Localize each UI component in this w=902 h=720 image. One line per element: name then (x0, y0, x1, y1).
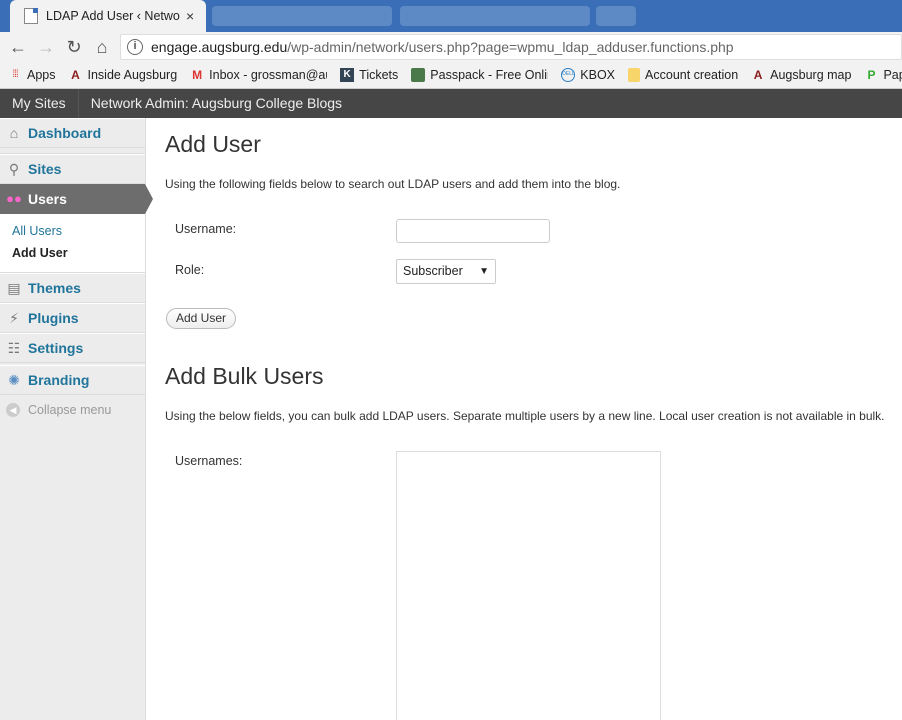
bookmark-account-creation[interactable]: Account creation (628, 68, 738, 82)
bookmark-augsburg-map[interactable]: A Augsburg map (751, 68, 852, 82)
bookmark-apps[interactable]: ⁞⁞⁞ Apps (8, 68, 55, 82)
k-icon: K (340, 68, 355, 82)
sidebar-item-themes[interactable]: ▤ Themes (0, 273, 145, 303)
role-select[interactable]: Subscriber ▼ (396, 259, 496, 284)
add-bulk-description: Using the below fields, you can bulk add… (165, 409, 885, 423)
collapse-menu-label: Collapse menu (28, 403, 112, 417)
forward-arrow-icon[interactable]: → (32, 37, 60, 58)
username-label: Username: (175, 222, 237, 236)
sidebar-item-label: Branding (28, 372, 90, 388)
role-label: Role: (175, 263, 205, 277)
sidebar-item-label: Settings (28, 340, 84, 356)
bookmark-inbox[interactable]: M Inbox - grossman@au (190, 68, 327, 82)
sidebar-item-label: Sites (28, 161, 62, 177)
branding-gear-icon: ✺ (8, 372, 20, 388)
browser-toolbar: ← → ↻ ⌂ i engage.augsburg.edu/wp-admin/n… (0, 32, 902, 62)
apps-grid-icon: ⁞⁞⁞ (12, 69, 18, 80)
themes-icon: ▤ (7, 280, 21, 296)
home-icon: ⌂ (9, 125, 19, 141)
browser-tab-inactive[interactable] (212, 6, 392, 26)
role-selected-value: Subscriber (403, 264, 463, 278)
sidebar-item-sites[interactable]: ⚲ Sites (0, 154, 145, 184)
bookmark-pape[interactable]: P Pape (864, 68, 902, 82)
users-icon: ●● (6, 191, 22, 206)
home-icon[interactable]: ⌂ (88, 37, 116, 58)
settings-sliders-icon: ☷ (7, 340, 21, 356)
add-user-description: Using the following fields below to sear… (165, 177, 621, 191)
url-path: /wp-admin/network/users.php?page=wpmu_ld… (287, 39, 734, 55)
browser-tab-strip: LDAP Add User ‹ Network Admin × (0, 0, 902, 32)
add-user-button[interactable]: Add User (166, 308, 237, 329)
username-input[interactable] (396, 219, 550, 243)
dropdown-arrow-icon: ▼ (479, 266, 489, 277)
sidebar-item-dashboard[interactable]: ⌂ Dashboard (0, 118, 145, 148)
augsburg-a-icon: A (71, 68, 80, 82)
tab-close-icon[interactable]: × (186, 8, 194, 24)
usernames-label: Usernames: (175, 454, 243, 468)
usernames-textarea[interactable] (396, 451, 661, 720)
address-bar[interactable]: i engage.augsburg.edu/wp-admin/network/u… (120, 34, 902, 60)
plugin-icon: ⚡ (9, 310, 19, 326)
my-sites-link[interactable]: My Sites (0, 89, 78, 118)
sidebar-item-label: Themes (28, 280, 81, 296)
folder-icon (628, 68, 641, 82)
users-submenu: All Users Add User (0, 214, 145, 273)
tab-title: LDAP Add User ‹ Network Admin (46, 9, 180, 23)
sites-icon: ⚲ (8, 161, 20, 177)
info-icon[interactable]: i (127, 39, 143, 55)
add-user-heading: Add User (165, 131, 261, 157)
admin-sidebar: ⌂ Dashboard ⚲ Sites ●● Users All Users A… (0, 118, 153, 720)
reload-icon[interactable]: ↻ (60, 37, 88, 58)
page-favicon-icon (24, 8, 38, 24)
dell-icon: DELL (561, 68, 576, 82)
green-p-icon: P (867, 68, 876, 82)
augsburg-a-icon: A (753, 68, 763, 82)
bookmark-kbox[interactable]: DELL KBOX (561, 68, 615, 82)
sidebar-item-label: Dashboard (28, 125, 102, 141)
sidebar-item-branding[interactable]: ✺ Branding (0, 365, 145, 395)
new-tab-button[interactable] (596, 6, 636, 26)
gmail-icon: M (192, 68, 203, 82)
back-arrow-icon[interactable]: ← (4, 37, 32, 58)
sidebar-item-label: Users (28, 191, 67, 207)
browser-tab-active[interactable]: LDAP Add User ‹ Network Admin × (10, 0, 206, 32)
network-admin-link[interactable]: Network Admin: Augsburg College Blogs (79, 89, 354, 118)
sidebar-item-settings[interactable]: ☷ Settings (0, 333, 145, 363)
add-bulk-users-heading: Add Bulk Users (165, 363, 324, 389)
bookmark-tickets[interactable]: K Tickets (340, 68, 398, 82)
sidebar-item-plugins[interactable]: ⚡ Plugins (0, 303, 145, 333)
url-host: engage.augsburg.edu (151, 39, 288, 55)
wp-admin-bar: My Sites Network Admin: Augsburg College… (0, 89, 902, 118)
passpack-icon (411, 68, 426, 82)
submenu-all-users[interactable]: All Users (12, 220, 145, 242)
collapse-menu-button[interactable]: ◀ Collapse menu (0, 395, 145, 425)
collapse-arrow-icon: ◀ (6, 403, 20, 417)
sidebar-item-users[interactable]: ●● Users (0, 184, 153, 214)
browser-tab-inactive[interactable] (400, 6, 590, 26)
sidebar-item-label: Plugins (28, 310, 79, 326)
bookmark-inside-augsburg[interactable]: A Inside Augsburg (69, 68, 177, 82)
bookmarks-bar: ⁞⁞⁞ Apps A Inside Augsburg M Inbox - gro… (0, 62, 902, 89)
submenu-add-user[interactable]: Add User (12, 242, 145, 264)
bookmark-passpack[interactable]: Passpack - Free Onlin (411, 68, 548, 82)
